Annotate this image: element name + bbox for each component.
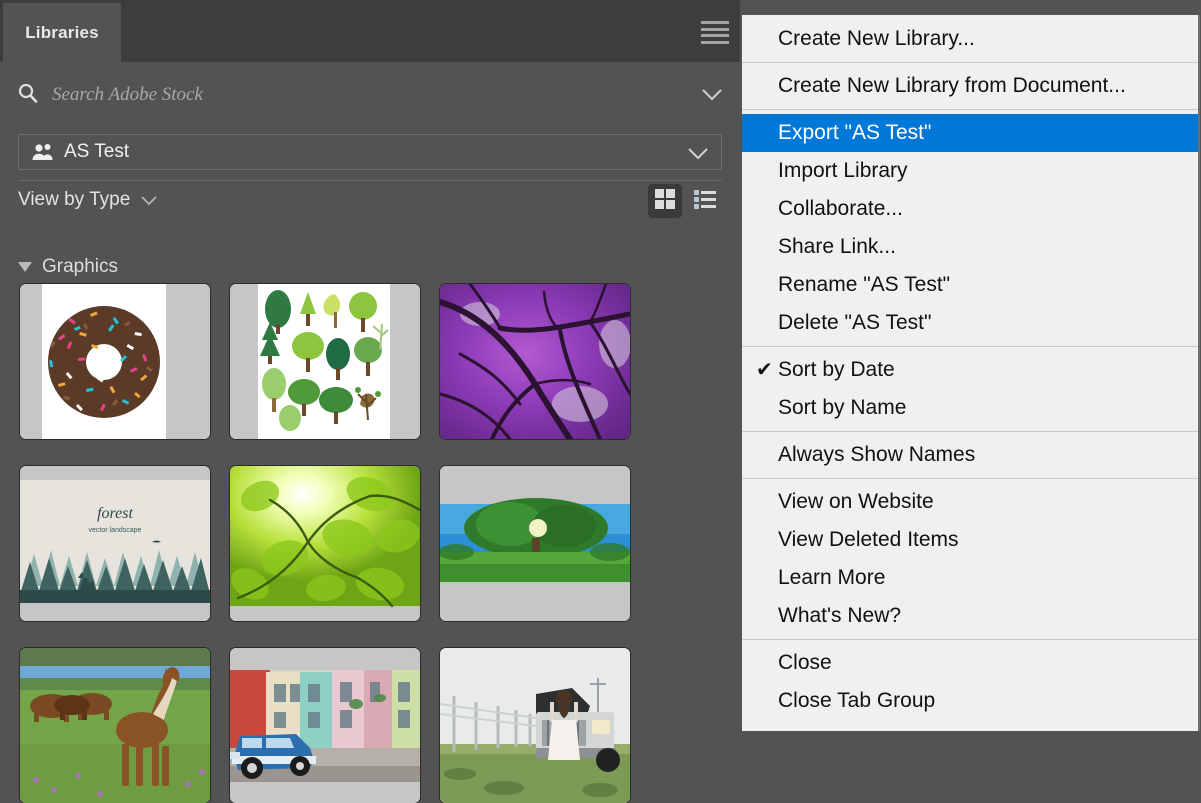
- panel-tab-bar: Libraries: [0, 0, 740, 62]
- thumbnail-sprinkle-donut[interactable]: [20, 284, 210, 439]
- menu-separator: [742, 431, 1198, 432]
- people-icon: [31, 142, 55, 162]
- menu-item-label: Import Library: [778, 159, 908, 182]
- menu-item-always-show-names[interactable]: Always Show Names: [742, 436, 1198, 474]
- menu-item-import-library[interactable]: Import Library: [742, 152, 1198, 190]
- library-selector[interactable]: AS Test: [18, 134, 722, 170]
- thumbnail-tree-illustration-set[interactable]: [230, 284, 420, 439]
- checkmark-icon: ✔: [756, 359, 773, 381]
- view-options-row: View by Type: [0, 180, 740, 228]
- menu-item-label: Sort by Date: [778, 358, 895, 381]
- tab-libraries[interactable]: Libraries: [3, 3, 121, 62]
- sunlit-green-leaves-art: [230, 466, 420, 621]
- menu-item-sort-by-date[interactable]: ✔ Sort by Date: [742, 351, 1198, 389]
- menu-item-label: View Deleted Items: [778, 528, 959, 551]
- menu-item-learn-more[interactable]: Learn More: [742, 559, 1198, 597]
- triangle-down-icon: [18, 262, 32, 272]
- menu-item-label: Rename "AS Test": [778, 273, 951, 296]
- search-chevron-down-icon[interactable]: [701, 88, 723, 106]
- menu-item-label: Export "AS Test": [778, 121, 932, 144]
- menu-separator: [742, 62, 1198, 63]
- thumbnail-vintage-blue-car-street[interactable]: [230, 648, 420, 803]
- menu-item-export-as-test[interactable]: Export "AS Test": [742, 114, 1198, 152]
- thumbnail-woman-broken-down-truck[interactable]: [440, 648, 630, 803]
- thumbnail-sunlit-green-leaves[interactable]: [230, 466, 420, 621]
- menu-item-view-deleted-items[interactable]: View Deleted Items: [742, 521, 1198, 559]
- purple-jacaranda-canopy-art: [440, 284, 630, 439]
- menu-separator: [742, 478, 1198, 479]
- view-mode-toggle: [648, 184, 722, 218]
- view-by-chevron-down-icon: [140, 193, 158, 211]
- library-chevron-down-icon[interactable]: [687, 147, 709, 165]
- menu-item-label: Sort by Name: [778, 396, 907, 419]
- menu-item-view-on-website[interactable]: View on Website: [742, 483, 1198, 521]
- menu-item-label: Create New Library from Document...: [778, 74, 1126, 97]
- menu-item-label: Learn More: [778, 566, 886, 589]
- thumbnail-horses-in-pasture[interactable]: [20, 648, 210, 803]
- menu-separator: [742, 346, 1198, 347]
- forest-vector-landscape-art: forest vector landscape: [20, 466, 210, 621]
- menu-item-label: Collaborate...: [778, 197, 903, 220]
- panel-context-menu[interactable]: Create New Library... Create New Library …: [742, 15, 1200, 731]
- section-header-graphics[interactable]: Graphics: [0, 250, 740, 284]
- list-view-icon: [693, 188, 717, 215]
- menu-item-label: Create New Library...: [778, 27, 975, 50]
- menu-item-rename-as-test[interactable]: Rename "AS Test": [742, 266, 1198, 304]
- search-input[interactable]: [50, 80, 684, 110]
- menu-item-create-new-library-from-document[interactable]: Create New Library from Document...: [742, 67, 1198, 105]
- menu-item-create-new-library[interactable]: Create New Library...: [742, 20, 1198, 58]
- search-row: [0, 62, 740, 181]
- menu-item-label: View on Website: [778, 490, 934, 513]
- svg-text:forest: forest: [97, 505, 133, 522]
- menu-separator: [742, 109, 1198, 110]
- tab-libraries-label: Libraries: [25, 22, 99, 42]
- libraries-panel: Libraries Search Adobe Stock AS Test Vie…: [0, 0, 740, 803]
- view-by-type-dropdown[interactable]: View by Type: [18, 189, 158, 211]
- section-label: Graphics: [42, 256, 119, 277]
- menu-item-close[interactable]: Close: [742, 644, 1198, 682]
- thumbnail-lone-tree-meadow[interactable]: [440, 466, 630, 621]
- grid-view-icon: [654, 188, 676, 215]
- menu-item-label: Close: [778, 651, 832, 674]
- library-name: AS Test: [64, 141, 130, 162]
- menu-separator: [742, 639, 1198, 640]
- menu-item-share-link[interactable]: Share Link...: [742, 228, 1198, 266]
- menu-item-close-tab-group[interactable]: Close Tab Group: [742, 682, 1198, 720]
- sprinkle-donut-art: [20, 284, 210, 439]
- list-view-button[interactable]: [688, 184, 722, 218]
- svg-text:vector landscape: vector landscape: [89, 527, 142, 534]
- hamburger-icon[interactable]: [701, 18, 729, 44]
- woman-broken-down-truck-art: [440, 648, 630, 803]
- menu-item-label: Close Tab Group: [778, 689, 936, 712]
- thumbnail-forest-vector-landscape[interactable]: forest vector landscape: [20, 466, 210, 621]
- lone-tree-meadow-art: [440, 466, 630, 621]
- thumbnail-purple-jacaranda-canopy[interactable]: [440, 284, 630, 439]
- vintage-blue-car-street-art: [230, 648, 420, 803]
- menu-item-collaborate[interactable]: Collaborate...: [742, 190, 1198, 228]
- view-by-type-label: View by Type: [18, 189, 131, 210]
- tree-illustration-set-art: [230, 284, 420, 439]
- search-icon: [18, 83, 38, 103]
- menu-item-label: Delete "AS Test": [778, 311, 932, 334]
- menu-item-label: What's New?: [778, 604, 902, 627]
- menu-item-label: Always Show Names: [778, 443, 976, 466]
- menu-item-label: Share Link...: [778, 235, 896, 258]
- menu-item-whats-new[interactable]: What's New?: [742, 597, 1198, 635]
- menu-item-delete-as-test[interactable]: Delete "AS Test": [742, 304, 1198, 342]
- menu-item-sort-by-name[interactable]: Sort by Name: [742, 389, 1198, 427]
- grid-view-button[interactable]: [648, 184, 682, 218]
- horses-in-pasture-art: [20, 648, 210, 803]
